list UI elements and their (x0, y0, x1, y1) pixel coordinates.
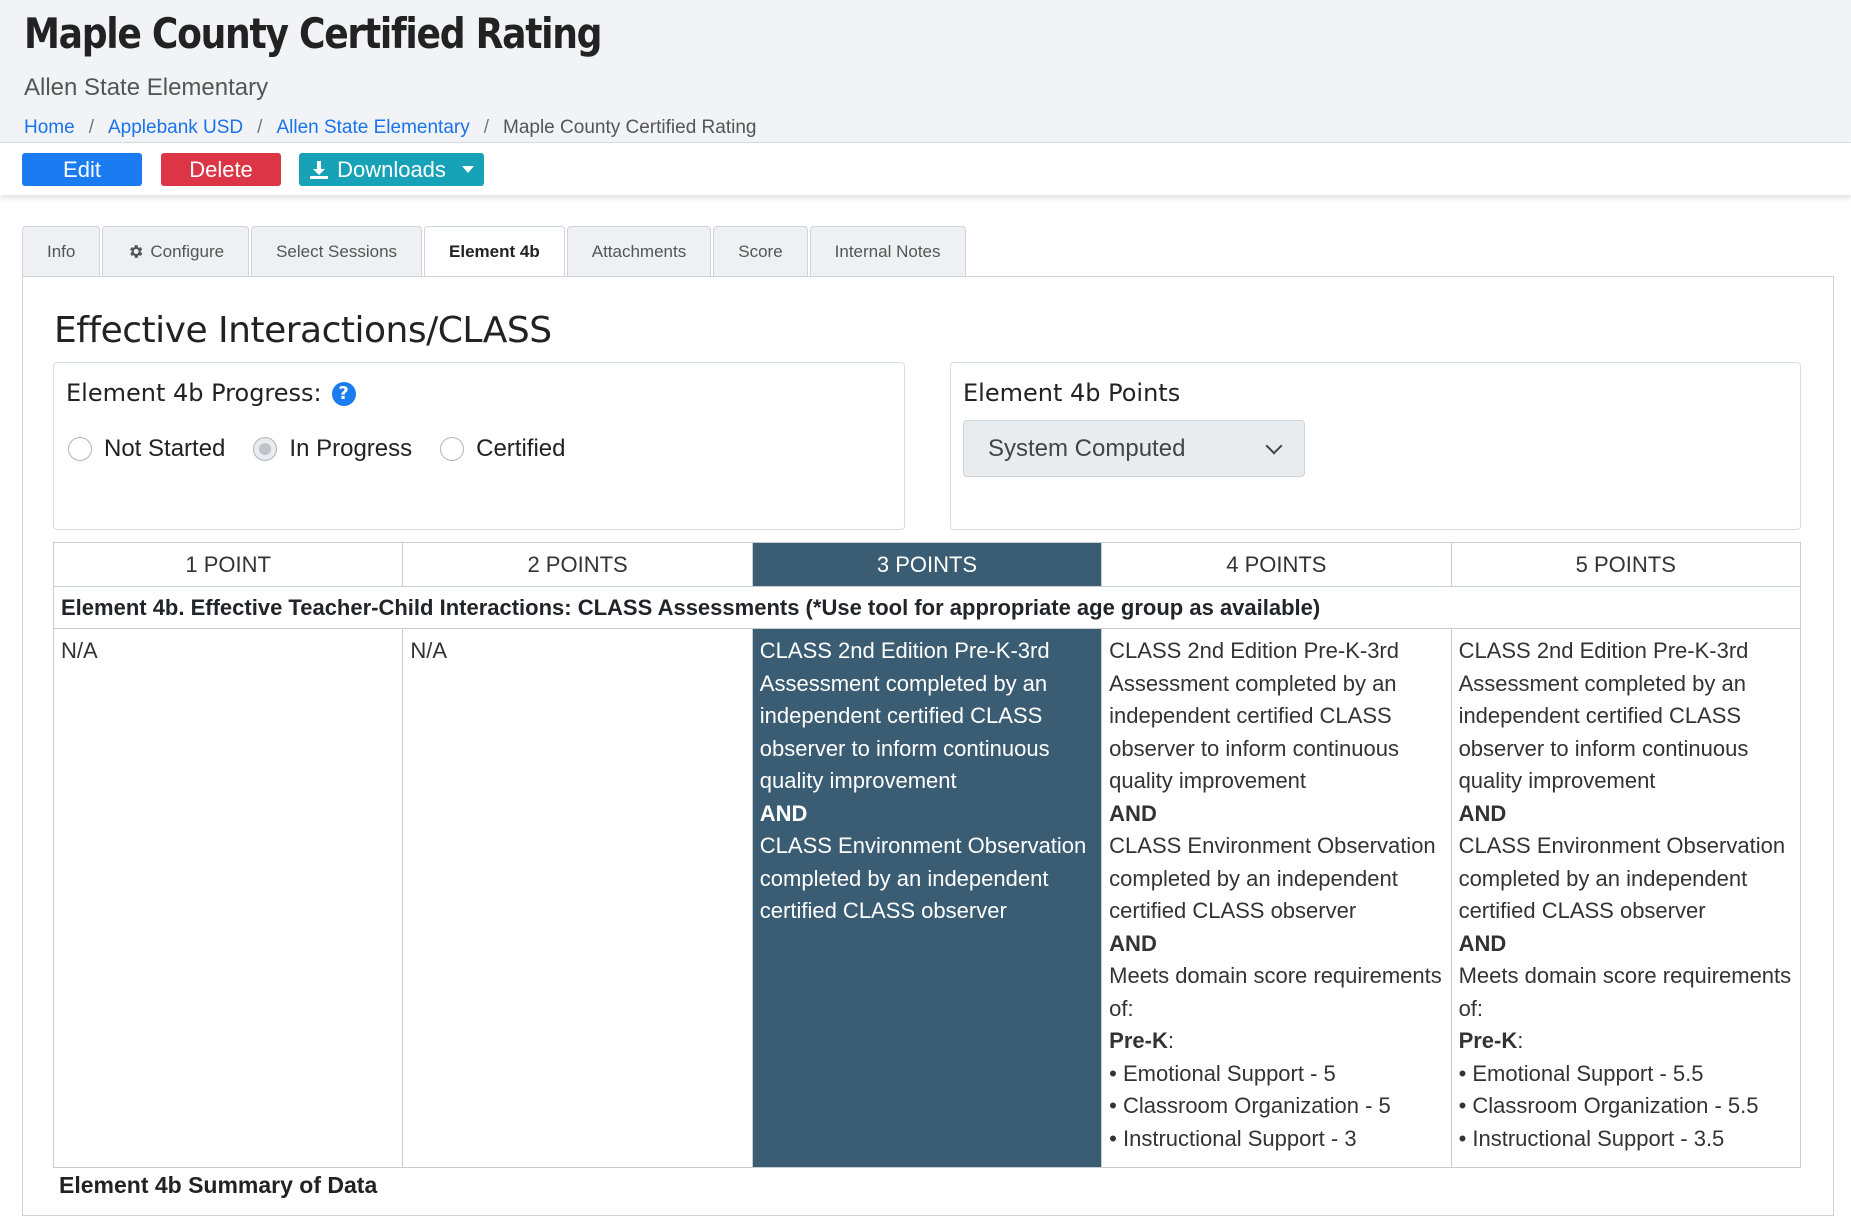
page-header: Maple County Certified Rating Allen Stat… (0, 0, 1851, 143)
rubric-header-3-points: 3 POINTS (751, 542, 1103, 587)
chevron-down-icon (1265, 437, 1283, 454)
progress-radio-group: Not Started In Progress Certified (68, 435, 594, 463)
edit-button[interactable]: Edit (22, 153, 142, 186)
rubric-criterion: Element 4b. Effective Teacher-Child Inte… (53, 586, 1801, 629)
points-card: Element 4b Points System Computed (950, 362, 1801, 530)
breadcrumb-school[interactable]: Allen State Elementary (276, 117, 469, 138)
tab-score[interactable]: Score (713, 226, 808, 276)
domain-score-item: • Classroom Organization - 5 (1109, 1093, 1391, 1118)
rubric-cell-1-point: N/A (52, 628, 404, 1168)
action-toolbar: Edit Delete Downloads (0, 143, 1851, 195)
rubric-cell-4-points: CLASS 2nd Edition Pre-K-3rd Assessment c… (1101, 628, 1452, 1168)
domain-score-item: • Instructional Support - 3 (1109, 1125, 1357, 1151)
domain-score-item: • Emotional Support - 5 (1109, 1060, 1336, 1086)
download-icon (310, 160, 329, 179)
radio-label-certified: Certified (476, 435, 566, 462)
radio-in-progress[interactable] (253, 437, 278, 461)
rubric-cell-5-points: CLASS 2nd Edition Pre-K-3rd Assessment c… (1450, 628, 1802, 1168)
downloads-label: Downloads (337, 156, 446, 182)
requirement-text: CLASS Environment Observation completed … (1109, 833, 1436, 923)
breadcrumb-district[interactable]: Applebank USD (108, 117, 243, 138)
prek-label: Pre-K: (1458, 1028, 1524, 1053)
rubric-header-2-points: 2 POINTS (402, 542, 753, 587)
prek-label: Pre-K: (1109, 1028, 1174, 1053)
rubric-descriptor-row: N/A N/A CLASS 2nd Edition Pre-K-3rd Asse… (52, 628, 1802, 1168)
requirement-text: CLASS 2nd Edition Pre-K-3rd Assessment c… (1458, 638, 1749, 793)
rubric-header-5-points: 5 POINTS (1450, 542, 1802, 587)
and-connector: AND (759, 800, 808, 826)
tab-configure[interactable]: Configure (102, 226, 250, 276)
tab-attachments[interactable]: Attachments (566, 226, 712, 276)
radio-not-started[interactable] (68, 437, 92, 461)
breadcrumb-home[interactable]: Home (24, 117, 75, 138)
rubric-cell-2-points: N/A (402, 628, 753, 1168)
delete-button[interactable]: Delete (161, 153, 281, 186)
summary-title: Element 4b Summary of Data (59, 1172, 378, 1198)
rubric-header-1-point: 1 POINT (52, 542, 404, 587)
caret-down-icon (461, 166, 474, 173)
breadcrumb-separator: / (257, 117, 263, 138)
page-subtitle: Allen State Elementary (24, 74, 269, 101)
domain-score-item: • Instructional Support - 3.5 (1458, 1125, 1725, 1151)
gear-icon (130, 245, 143, 258)
progress-card: Element 4b Progress:? Not Started In Pro… (53, 362, 905, 530)
requirement-text: CLASS Environment Observation completed … (759, 833, 1087, 923)
tab-bar: Info Configure Select Sessions Element 4… (22, 226, 968, 277)
tab-info[interactable]: Info (22, 226, 101, 276)
breadcrumb: Home / Applebank USD / Allen State Elementar… (24, 117, 1827, 139)
tab-label: Score (738, 241, 783, 261)
rubric-header-row: 1 POINT 2 POINTS 3 POINTS 4 POINTS 5 POI… (52, 542, 1802, 587)
tab-element-4b[interactable]: Element 4b (424, 226, 565, 277)
radio-label-not-started: Not Started (104, 435, 226, 462)
tab-label: Info (47, 241, 76, 261)
requirement-text: CLASS 2nd Edition Pre-K-3rd Assessment c… (1109, 638, 1399, 793)
tab-select-sessions[interactable]: Select Sessions (251, 226, 423, 276)
points-label: Element 4b Points (963, 379, 1181, 407)
rubric-header-4-points: 4 POINTS (1101, 542, 1452, 587)
downloads-dropdown-button[interactable]: Downloads (299, 153, 484, 186)
tab-label: Configure (150, 241, 225, 261)
points-select[interactable]: System Computed (963, 420, 1305, 477)
radio-certified[interactable] (440, 437, 465, 461)
requirement-text: Meets domain score requirements of: (1458, 963, 1792, 1021)
points-select-value: System Computed (988, 434, 1186, 462)
question-circle-icon[interactable]: ? (331, 381, 356, 406)
progress-label-row: Element 4b Progress:? (66, 379, 356, 407)
requirement-text: CLASS Environment Observation completed … (1458, 833, 1786, 923)
rubric-cell-3-points: CLASS 2nd Edition Pre-K-3rd Assessment c… (751, 628, 1103, 1168)
tab-label: Internal Notes (834, 241, 941, 261)
requirement-text: Meets domain score requirements of: (1109, 963, 1442, 1021)
progress-label: Element 4b Progress: (66, 379, 322, 407)
and-connector: AND (1458, 800, 1507, 826)
domain-score-item: • Emotional Support - 5.5 (1458, 1060, 1704, 1086)
and-connector: AND (1109, 800, 1157, 826)
breadcrumb-current: Maple County Certified Rating (503, 117, 757, 138)
breadcrumb-separator: / (88, 117, 94, 138)
rubric-table: 1 POINT 2 POINTS 3 POINTS 4 POINTS 5 POI… (52, 542, 1802, 1168)
rubric-criterion-row: Element 4b. Effective Teacher-Child Inte… (53, 586, 1801, 629)
tab-label: Select Sessions (276, 241, 398, 261)
page-title: Maple County Certified Rating (24, 9, 603, 58)
tab-internal-notes[interactable]: Internal Notes (809, 226, 966, 276)
radio-label-in-progress: In Progress (289, 435, 413, 462)
domain-score-item: • Classroom Organization - 5.5 (1458, 1093, 1759, 1118)
requirement-text: CLASS 2nd Edition Pre-K-3rd Assessment c… (759, 638, 1050, 793)
and-connector: AND (1109, 930, 1157, 956)
tab-label: Attachments (591, 241, 687, 261)
tab-label: Element 4b (449, 242, 540, 261)
section-title: Effective Interactions/CLASS (54, 310, 552, 351)
breadcrumb-separator: / (483, 117, 489, 138)
and-connector: AND (1458, 930, 1507, 956)
